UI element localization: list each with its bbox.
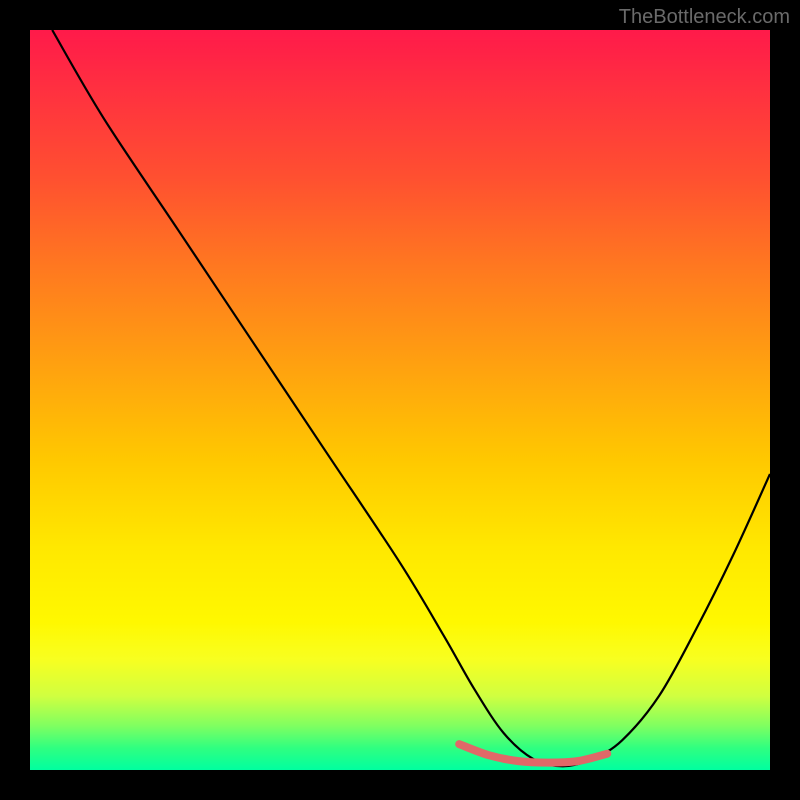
- watermark-text: TheBottleneck.com: [619, 6, 790, 29]
- bottleneck-chart: TheBottleneck.com: [0, 0, 800, 800]
- severity-gradient-background: [30, 30, 770, 770]
- plot-area: [30, 30, 770, 770]
